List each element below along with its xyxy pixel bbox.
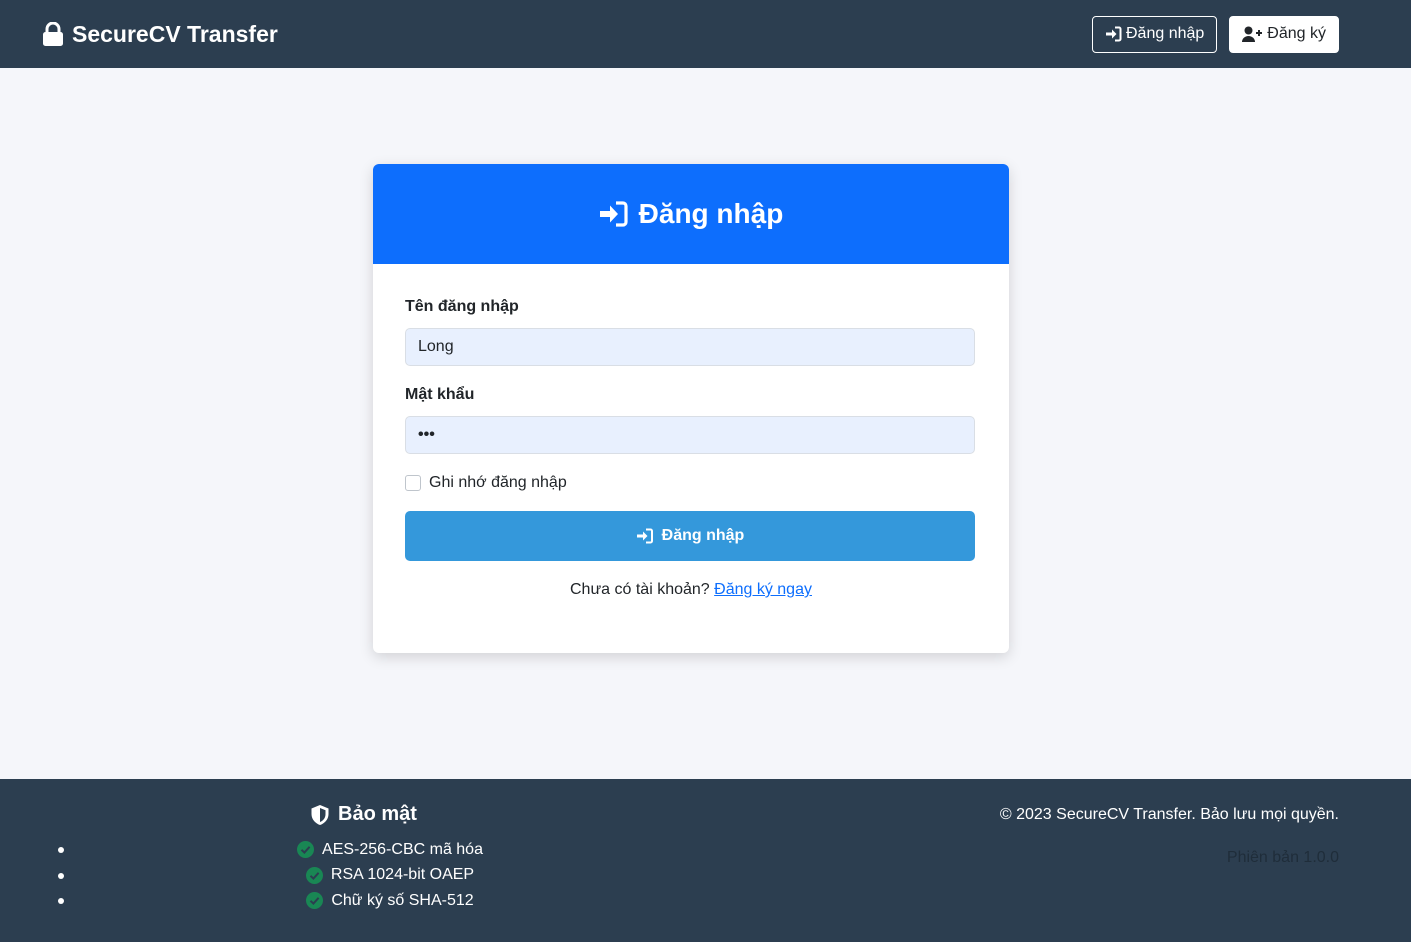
footer: Bảo mật AES-256-CBC mã hóa RSA 1024-bit … <box>0 779 1411 942</box>
user-plus-icon <box>1242 26 1263 42</box>
security-title: Bảo mật <box>338 803 417 825</box>
signup-link[interactable]: Đăng ký ngay <box>714 581 812 598</box>
security-item-label: RSA 1024-bit OAEP <box>330 866 475 884</box>
card-title: Đăng nhập <box>638 198 784 229</box>
copyright: © 2023 SecureCV Transfer. Bảo lưu mọi qu… <box>999 806 1339 823</box>
signup-prompt: Chưa có tài khoản? Đăng ký ngay <box>405 581 977 599</box>
security-item-label: AES-256-CBC mã hóa <box>322 840 483 858</box>
password-value: ••• <box>418 426 435 443</box>
shield-icon <box>311 804 329 825</box>
password-label: Mật khẩu <box>405 386 475 403</box>
security-item-label: Chữ ký số SHA-512 <box>331 891 474 909</box>
sign-in-icon <box>1106 26 1122 42</box>
sign-in-icon <box>636 528 653 544</box>
navbar: SecureCV Transfer Đăng nhập Đăng ký <box>0 0 1411 68</box>
brand[interactable]: SecureCV Transfer <box>42 21 278 48</box>
remember-label[interactable]: Ghi nhớ đăng nhập <box>429 474 567 492</box>
list-item: RSA 1024-bit OAEP <box>0 863 780 889</box>
username-value: Long <box>418 338 454 355</box>
card-header: Đăng nhập <box>373 164 1009 264</box>
nav-login-label: Đăng nhập <box>1126 25 1205 42</box>
nav-register-button[interactable]: Đăng ký <box>1229 15 1339 53</box>
username-label: Tên đăng nhập <box>405 298 519 315</box>
list-item: Chữ ký số SHA-512 <box>0 888 780 914</box>
bullet <box>58 898 64 904</box>
check-circle-icon <box>305 866 323 884</box>
list-item: AES-256-CBC mã hóa <box>0 837 780 863</box>
password-input[interactable]: ••• <box>405 416 975 454</box>
brand-name: SecureCV Transfer <box>72 20 278 47</box>
nav-register-label: Đăng ký <box>1267 25 1326 42</box>
version: Phiên bản 1.0.0 <box>1226 849 1339 866</box>
login-submit-button[interactable]: Đăng nhập <box>405 511 975 561</box>
bullet <box>58 872 64 879</box>
login-card: Đăng nhập Tên đăng nhập Long Mật khẩu ••… <box>373 164 1009 653</box>
bullet <box>58 847 64 853</box>
check-circle-icon <box>306 892 324 910</box>
nav-login-button[interactable]: Đăng nhập <box>1092 15 1218 53</box>
lock-icon <box>43 22 63 46</box>
check-circle-icon <box>297 841 315 859</box>
remember-checkbox[interactable] <box>405 475 421 491</box>
sign-in-icon <box>599 201 628 227</box>
security-list: AES-256-CBC mã hóa RSA 1024-bit OAEP Chữ… <box>0 837 780 914</box>
security-heading: Bảo mật <box>310 803 417 826</box>
submit-label: Đăng nhập <box>661 527 745 544</box>
username-input[interactable]: Long <box>405 328 975 366</box>
no-account-text: Chưa có tài khoản? <box>570 581 710 598</box>
